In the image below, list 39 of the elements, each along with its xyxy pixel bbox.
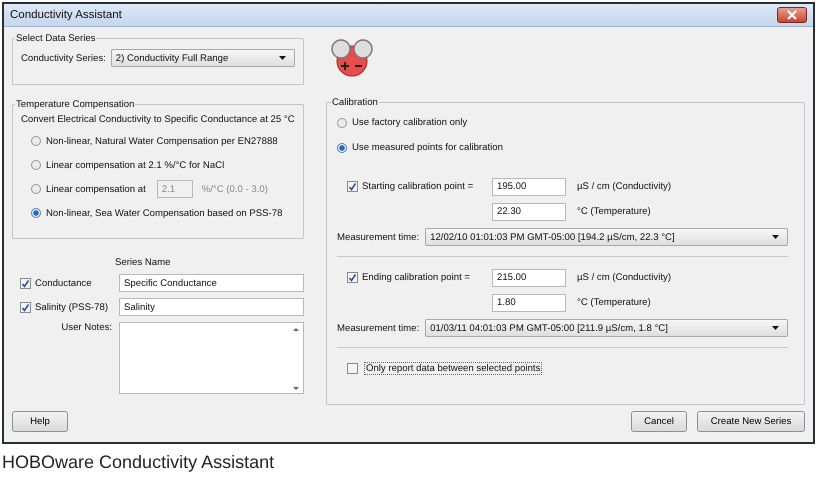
group-title: Calibration [331,97,379,108]
temperature-field[interactable]: 22.30 [492,202,566,220]
radio-label: Use measured points for calibration [352,142,503,153]
group-title: Temperature Compensation [15,99,136,110]
unit-label: µS / cm (Conductivity) [577,272,672,283]
unit-label: µS / cm (Conductivity) [577,181,672,192]
measurement-time-dropdown[interactable]: 01/03/11 04:01:03 PM GMT-05:00 [211.9 µS/cm, 1.8 °C] [425,319,788,337]
series-name-field[interactable]: Specific Conductance [119,274,304,292]
radio-label: Use factory calibration only [352,117,468,128]
checkbox-label: Starting calibration point = [362,181,474,192]
column-heading: Series Name [115,257,172,268]
figure-caption: HOBOware Conductivity Assistant [2,452,276,473]
unit-label: °C (Temperature) [577,297,651,308]
field-label: Measurement time: [337,232,420,242]
checkbox-label: Salinity (PSS-78) [35,302,108,312]
help-button[interactable]: Help [12,410,68,432]
series-dropdown[interactable]: 2) Conductivity Full Range [110,49,295,67]
series-name-field[interactable]: Salinity [119,298,304,316]
radio-label: Non-linear, Sea Water Compensation based on PSS-78 [46,208,282,218]
radio-label: Linear compensation at [46,184,146,194]
radio-label: Linear compensation at 2.1 %/°C for NaCl [46,160,224,170]
field-label: Measurement time: [337,322,420,334]
checkbox-label: Ending calibration point = [362,272,470,283]
group-title: Select Data Series [15,33,96,44]
dialog-button[interactable]: Cancel [631,410,687,432]
temperature-field[interactable]: 1.80 [492,294,566,312]
checkbox-label: Conductance [35,278,92,288]
field-label: User Notes: [60,322,113,333]
radio-label: Non-linear, Natural Water Compensation per EN27888 [46,136,278,146]
window-title: Conductivity Assistant [10,9,123,21]
unit-label: °C (Temperature) [577,206,651,217]
dialog-button[interactable]: Create New Series [697,410,805,432]
conductivity-field[interactable]: 215.00 [492,268,566,286]
field-label: Conductivity Series: [21,52,106,64]
description-text: Convert Electrical Conductivity to Specific Conductance at 25 °C [21,114,295,125]
checkbox-label: Only report data between selected points [364,362,542,375]
conductivity-field[interactable]: 195.00 [492,178,566,196]
unit-label: %/°C (0.0 - 3.0) [202,184,268,194]
measurement-time-dropdown[interactable]: 12/02/10 01:01:03 PM GMT-05:00 [194.2 µS/cm, 22.3 °C] [425,228,788,246]
